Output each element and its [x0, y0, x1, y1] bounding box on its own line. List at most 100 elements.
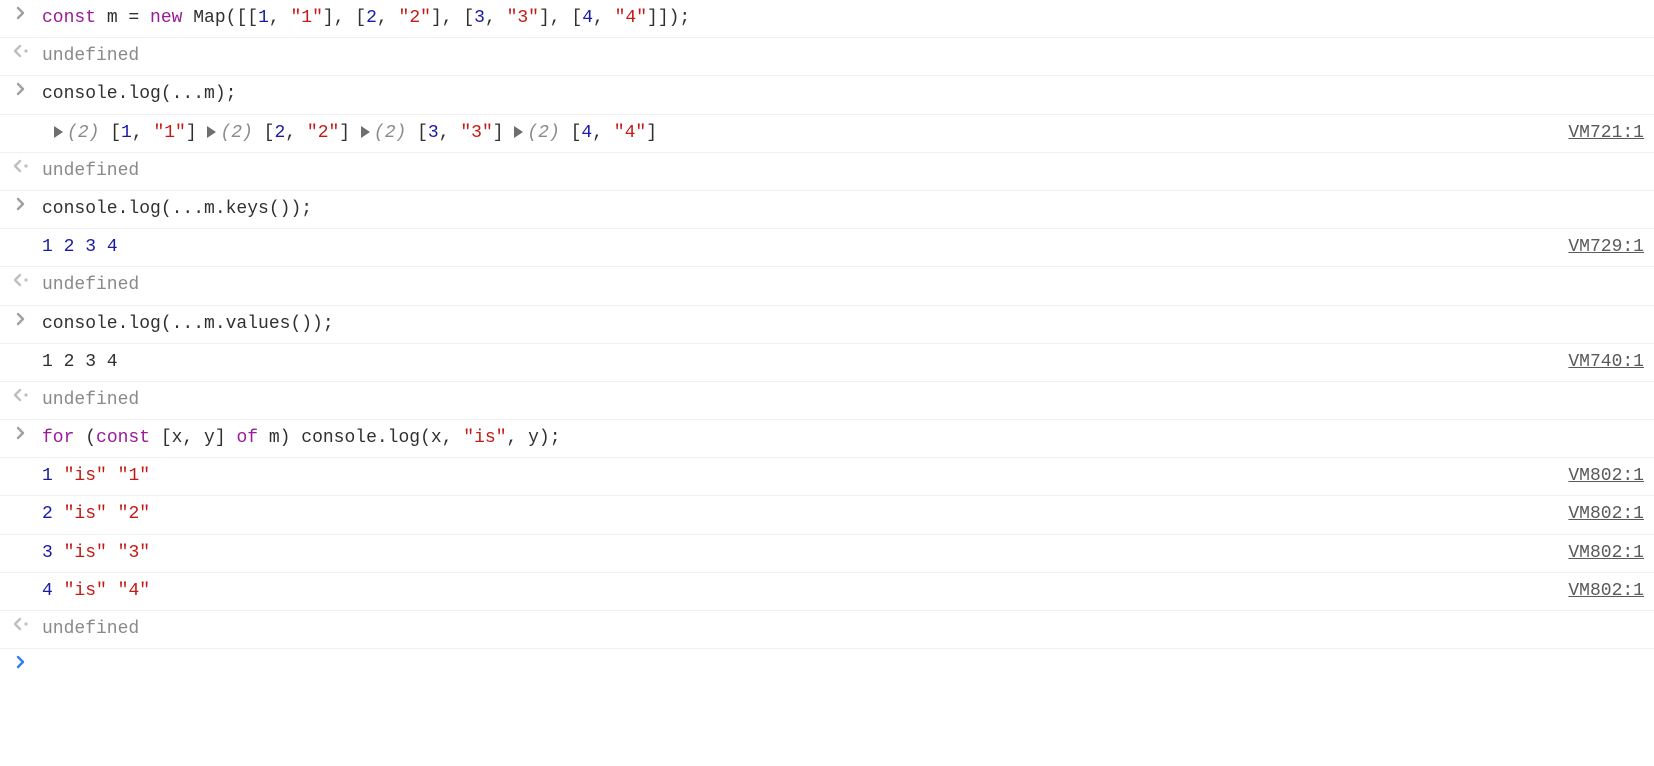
code-token: "4": [614, 123, 646, 143]
code-token: "3": [507, 8, 539, 28]
code-token: "is": [64, 581, 107, 601]
return-chevron-icon: [6, 159, 36, 173]
code-token: 2: [366, 8, 377, 28]
code-token: , y);: [507, 428, 561, 448]
source-link[interactable]: VM729:1: [1556, 235, 1644, 260]
code-token: console.log(...m);: [42, 84, 236, 104]
code-token: m) console.log(x,: [258, 428, 463, 448]
return-chevron-icon: [6, 273, 36, 287]
code-token: "is": [64, 504, 107, 524]
code-token: 3: [428, 123, 439, 143]
code-token: Map([[: [182, 8, 258, 28]
code-token: ,: [269, 8, 291, 28]
console-line-content: undefined: [36, 617, 1644, 642]
code-token: ,: [439, 123, 461, 143]
prompt-chevron-icon: [6, 655, 36, 669]
code-token: [74, 237, 85, 257]
code-token: ,: [285, 123, 307, 143]
code-token: undefined: [42, 619, 139, 639]
console-line-content: undefined: [36, 388, 1644, 413]
code-token: [53, 504, 64, 524]
code-token: (2): [527, 123, 559, 143]
console-line-content: console.log(...m.values());: [36, 312, 1644, 337]
code-token: ,: [377, 8, 399, 28]
code-token: 3: [474, 8, 485, 28]
code-token: "1": [153, 123, 185, 143]
source-link[interactable]: VM740:1: [1556, 350, 1644, 375]
code-token: of: [236, 428, 258, 448]
console-row-log: 2 "is" "2"VM802:1: [0, 495, 1654, 533]
code-token: "3": [118, 543, 150, 563]
code-token: [96, 237, 107, 257]
console-line-content: 4 "is" "4": [36, 579, 1556, 604]
console-line-content: undefined: [36, 44, 1644, 69]
code-token: [53, 543, 64, 563]
console-line-content: 2 "is" "2": [36, 502, 1556, 527]
code-token: "3": [460, 123, 492, 143]
code-token: ]: [186, 123, 208, 143]
code-token: 4: [582, 8, 593, 28]
code-token: ], [: [323, 8, 366, 28]
source-link[interactable]: VM802:1: [1556, 502, 1644, 527]
source-link[interactable]: VM802:1: [1556, 464, 1644, 489]
code-token: [x, y]: [150, 428, 236, 448]
code-token: ,: [592, 123, 614, 143]
expand-arrow-icon[interactable]: [54, 126, 63, 138]
code-token: "4": [615, 8, 647, 28]
input-chevron-icon: [6, 426, 36, 440]
console-row-return: undefined: [0, 37, 1654, 75]
code-token: const: [42, 8, 96, 28]
expand-arrow-icon[interactable]: [361, 126, 370, 138]
code-token: console.log(...m.values());: [42, 314, 334, 334]
expand-arrow-icon[interactable]: [207, 126, 216, 138]
console-line-content: console.log(...m.keys());: [36, 197, 1644, 222]
console-line-content: 1 "is" "1": [36, 464, 1556, 489]
console-line-content: console.log(...m);: [36, 82, 1644, 107]
code-token: ]: [493, 123, 515, 143]
code-token: "1": [290, 8, 322, 28]
console-line-content: undefined: [36, 159, 1644, 184]
code-token: 1: [42, 466, 53, 486]
console-line-content: 1 2 3 4: [36, 350, 1556, 375]
return-chevron-icon: [6, 44, 36, 58]
code-token: "2": [399, 8, 431, 28]
console-row-prompt[interactable]: [0, 648, 1654, 682]
code-token: (2): [374, 123, 406, 143]
code-token: 1: [258, 8, 269, 28]
code-token: 3: [42, 543, 53, 563]
source-link[interactable]: VM721:1: [1556, 121, 1644, 146]
code-token: ]: [646, 123, 657, 143]
console-row-log: 1 "is" "1"VM802:1: [0, 457, 1654, 495]
source-link[interactable]: VM802:1: [1556, 541, 1644, 566]
return-chevron-icon: [6, 388, 36, 402]
code-token: m: [96, 8, 128, 28]
code-token: 1: [42, 237, 53, 257]
code-token: 2: [42, 504, 53, 524]
code-token: const: [96, 428, 150, 448]
expand-arrow-icon[interactable]: [514, 126, 523, 138]
code-token: 2: [274, 123, 285, 143]
code-token: 1: [121, 123, 132, 143]
code-token: [53, 237, 64, 257]
code-token: "2": [307, 123, 339, 143]
code-token: "is": [463, 428, 506, 448]
input-chevron-icon: [6, 6, 36, 20]
code-token: (2): [67, 123, 99, 143]
console-row-log: 1 2 3 4VM729:1: [0, 228, 1654, 266]
console-row-log: 4 "is" "4"VM802:1: [0, 572, 1654, 610]
source-link[interactable]: VM802:1: [1556, 579, 1644, 604]
code-token: [107, 543, 118, 563]
code-token: ], [: [431, 8, 474, 28]
code-token: 3: [85, 237, 96, 257]
input-chevron-icon: [6, 197, 36, 211]
console-line-content: (2) [1, "1"] (2) [2, "2"] (2) [3, "3"] (…: [36, 121, 1556, 146]
console-row-return: undefined: [0, 381, 1654, 419]
code-token: 4: [581, 123, 592, 143]
code-token: ], [: [539, 8, 582, 28]
code-token: (2): [220, 123, 252, 143]
code-token: [107, 466, 118, 486]
console-line-content: 3 "is" "3": [36, 541, 1556, 566]
code-token: undefined: [42, 275, 139, 295]
code-token: ]]);: [647, 8, 690, 28]
code-token: "4": [118, 581, 150, 601]
